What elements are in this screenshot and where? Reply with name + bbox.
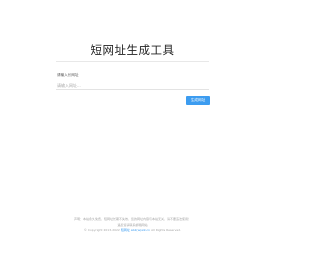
- copyright-site-link[interactable]: 短网址 ab2(w)w9.cn: [121, 228, 150, 232]
- footer-copyright: © Copyright 2013-2022 短网址 ab2(w)w9.cn Al…: [0, 228, 265, 234]
- copyright-prefix: © Copyright 2013-2022: [83, 228, 120, 233]
- url-input[interactable]: [56, 81, 209, 90]
- page: 短网址生成工具 请输入长网址 生成网址 声明：本站永久免费，短网址长期不失效，您…: [0, 0, 265, 264]
- url-field-label: 请输入长网址: [57, 73, 79, 77]
- generate-button[interactable]: 生成网址: [186, 96, 210, 105]
- page-title: 短网址生成工具: [90, 43, 175, 57]
- title-divider: [56, 61, 209, 62]
- copyright-suffix: All Rights Reserved.: [151, 228, 182, 233]
- footer: 声明：本站永久免费，短网址长期不失效，您的网址内容与本站无关，请不要违法使用！ …: [0, 217, 265, 234]
